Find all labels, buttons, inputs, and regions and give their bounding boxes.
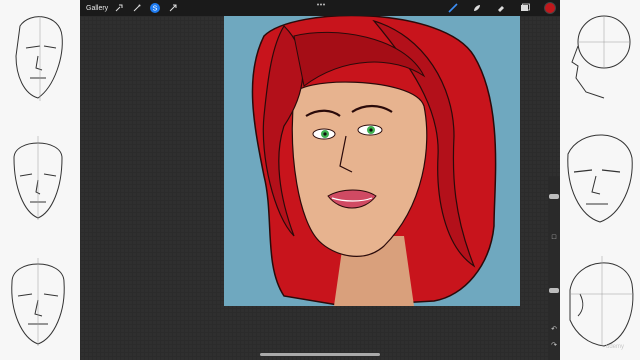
home-indicator — [260, 353, 380, 356]
magic-wand-icon[interactable] — [130, 1, 144, 15]
reference-sketches-right — [560, 0, 640, 360]
face-sketch-front-2 — [0, 252, 80, 352]
color-swatch-button[interactable] — [544, 2, 556, 14]
reference-sketches-left — [0, 0, 80, 360]
portrait-illustration — [224, 16, 520, 306]
gallery-button[interactable]: Gallery — [86, 5, 108, 12]
face-sketch-three-quarter — [0, 6, 80, 106]
wrench-icon[interactable] — [112, 1, 126, 15]
smudge-icon[interactable] — [470, 1, 484, 15]
procreate-app: Gallery S □ ↶ ↷ — [80, 0, 560, 360]
face-sketch-front — [0, 128, 80, 228]
brush-icon[interactable] — [446, 1, 460, 15]
right-tool-group — [436, 1, 556, 15]
watermark: udemy — [606, 344, 625, 350]
layers-icon[interactable] — [518, 1, 532, 15]
face-sketch-profile — [560, 6, 640, 106]
face-sketch-angled — [560, 124, 640, 224]
screen: Gallery S □ ↶ ↷ udemy — [0, 0, 640, 360]
canvas-workspace[interactable]: □ ↶ ↷ — [80, 16, 560, 360]
modify-button[interactable]: □ — [550, 234, 558, 242]
brush-size-slider[interactable] — [549, 194, 559, 199]
top-toolbar: Gallery S — [80, 0, 560, 16]
eraser-icon[interactable] — [494, 1, 508, 15]
brush-size-opacity-sidebar: □ ↶ ↷ — [548, 176, 560, 360]
opacity-slider[interactable] — [549, 288, 559, 293]
face-sketch-side — [560, 250, 640, 350]
selection-icon[interactable]: S — [148, 1, 162, 15]
redo-icon[interactable]: ↷ — [550, 342, 558, 350]
more-dots-icon[interactable] — [316, 3, 326, 6]
transform-arrow-icon[interactable] — [166, 1, 180, 15]
artwork-canvas[interactable] — [224, 16, 520, 306]
undo-icon[interactable]: ↶ — [550, 326, 558, 334]
svg-text:S: S — [153, 6, 158, 13]
